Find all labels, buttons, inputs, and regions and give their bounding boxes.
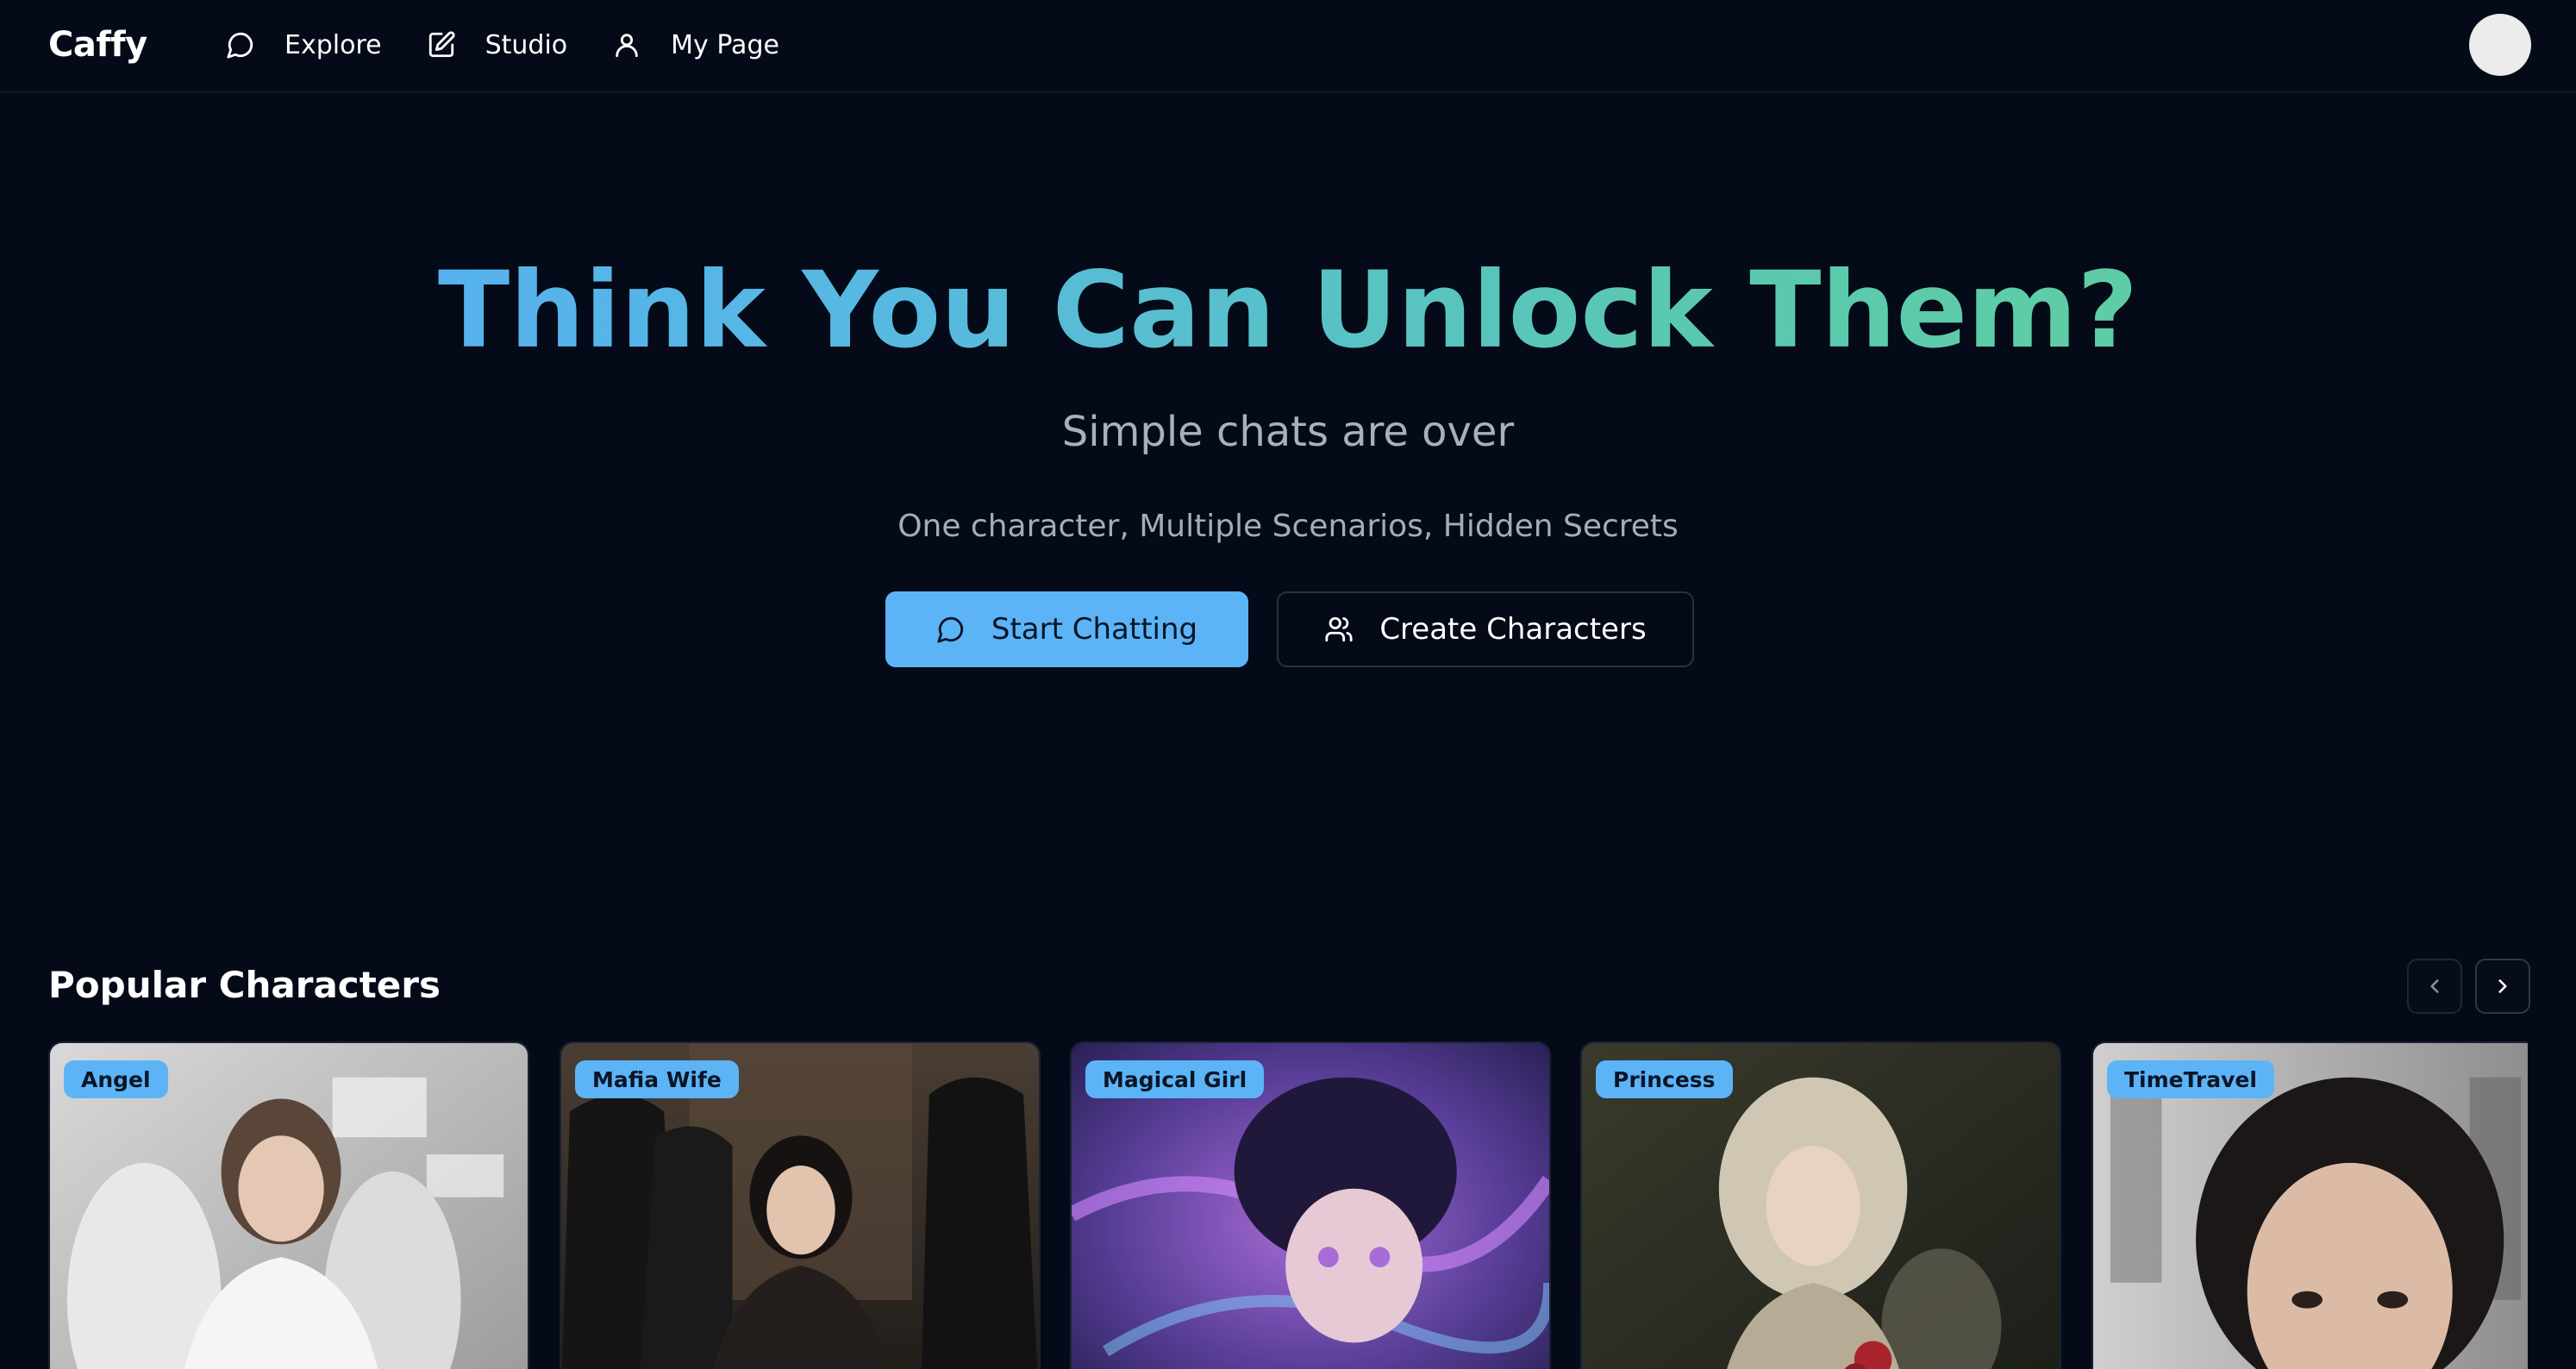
character-card[interactable]: TimeTravel [2091, 1041, 2528, 1369]
chat-bubble-icon [937, 616, 964, 643]
main-nav: Explore Studio My Page [226, 19, 824, 71]
hero-subtitle: Simple chats are over [1061, 408, 1515, 456]
app-logo[interactable]: Caffy [48, 19, 147, 71]
hero-title: Think You Can Unlock Them? [0, 250, 2576, 371]
start-chatting-button[interactable]: Start Chatting [885, 591, 1248, 667]
character-carousel: Angel Mafia Wife Magical Girl Princess T… [48, 1041, 2528, 1369]
carousel-next-button[interactable] [2475, 959, 2530, 1014]
start-chatting-label: Start Chatting [991, 612, 1198, 647]
character-tag: Mafia Wife [575, 1060, 739, 1098]
nav-studio[interactable]: Studio [427, 19, 568, 71]
nav-explore-label: Explore [284, 29, 382, 60]
create-characters-label: Create Characters [1379, 612, 1647, 647]
character-card[interactable]: Princess [1580, 1041, 2061, 1369]
nav-my-page[interactable]: My Page [612, 19, 779, 71]
user-icon [616, 34, 638, 58]
user-avatar[interactable] [2469, 14, 2531, 76]
character-card[interactable]: Magical Girl [1070, 1041, 1551, 1369]
nav-explore[interactable]: Explore [226, 19, 382, 71]
nav-my-page-label: My Page [671, 29, 779, 60]
edit-icon [428, 31, 455, 58]
character-card[interactable]: Mafia Wife [560, 1041, 1041, 1369]
hero-description: One character, Multiple Scenarios, Hidde… [897, 509, 1679, 544]
chevron-right-icon [2498, 979, 2507, 993]
users-icon [1325, 616, 1353, 642]
nav-studio-label: Studio [485, 29, 568, 60]
character-tag: Magical Girl [1085, 1060, 1265, 1098]
chevron-left-icon [2430, 979, 2439, 993]
create-characters-button[interactable]: Create Characters [1277, 591, 1694, 667]
character-tag: Princess [1596, 1060, 1733, 1098]
character-card[interactable]: Angel [48, 1041, 529, 1369]
top-navigation-bar: Caffy Explore Studio My Page [0, 0, 2576, 93]
chat-bubble-icon [227, 32, 253, 59]
character-tag: Angel [64, 1060, 168, 1098]
carousel-prev-button[interactable] [2407, 959, 2462, 1014]
popular-characters-title: Popular Characters [48, 964, 441, 1006]
character-tag: TimeTravel [2107, 1060, 2274, 1098]
